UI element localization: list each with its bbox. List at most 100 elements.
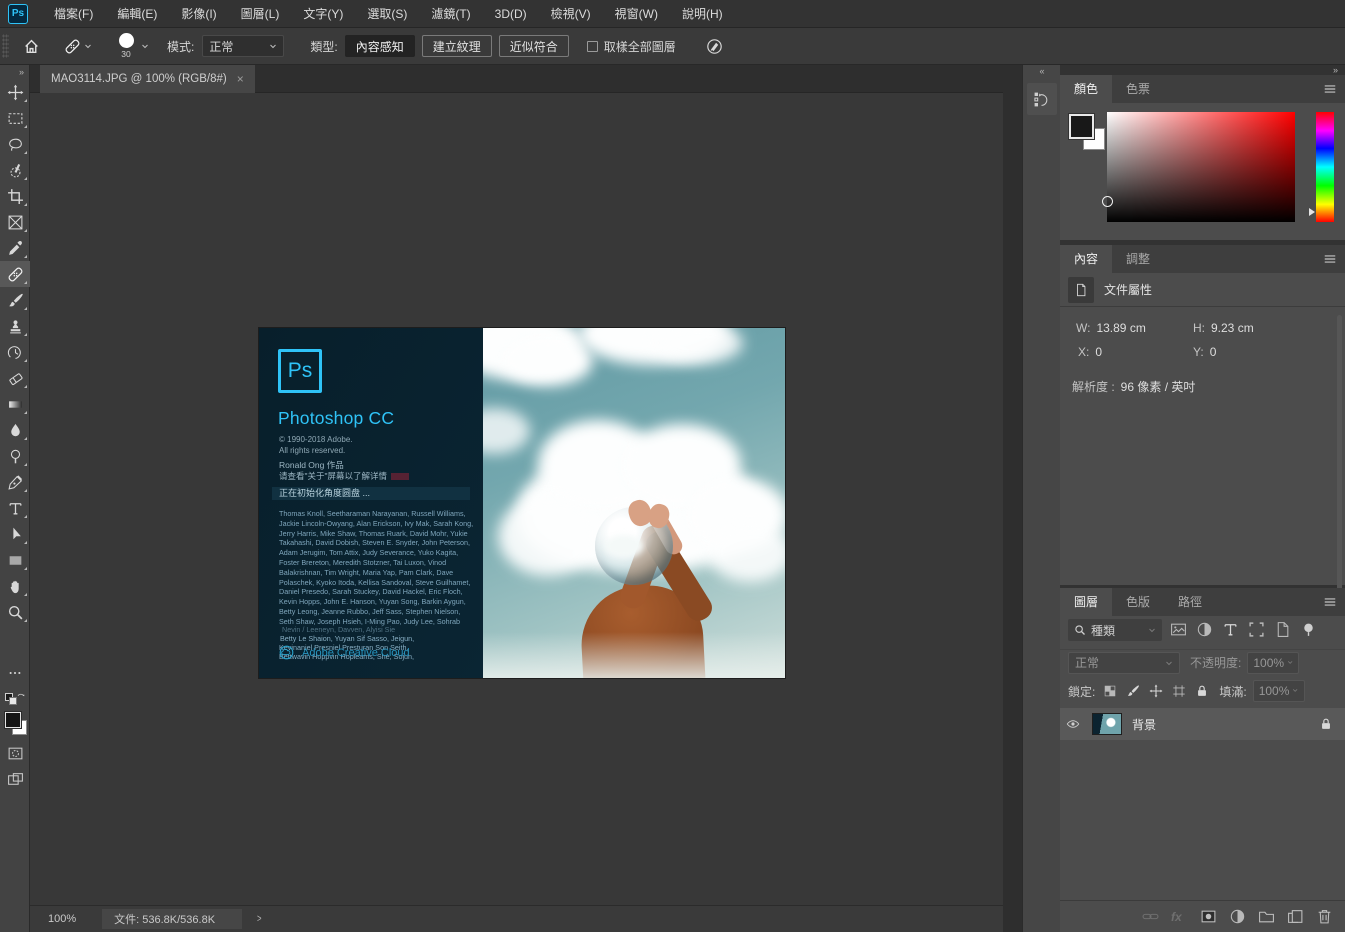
status-chevron-icon[interactable]: >: [257, 913, 262, 925]
menu-item-10[interactable]: 視窗(W): [603, 0, 670, 28]
home-icon[interactable]: [23, 38, 40, 55]
document-tab[interactable]: MAO3114.JPG @ 100% (RGB/8#) ×: [40, 65, 255, 93]
filter-toggle-icon[interactable]: [1300, 621, 1317, 638]
menu-item-2[interactable]: 編輯(E): [105, 0, 169, 28]
marquee-tool[interactable]: [0, 105, 30, 131]
eraser-tool[interactable]: [0, 365, 30, 391]
lock-artboard-icon[interactable]: [1172, 684, 1186, 698]
hue-slider[interactable]: [1316, 112, 1334, 222]
menu-item-1[interactable]: 檔案(F): [42, 0, 105, 28]
new-layer-icon[interactable]: [1287, 908, 1304, 925]
zoom-tool[interactable]: [0, 599, 30, 625]
properties-tab[interactable]: 調整: [1112, 245, 1164, 273]
brush-tool[interactable]: [0, 287, 30, 313]
layer-visibility-toggle[interactable]: [1060, 717, 1086, 731]
adjustment-layer-filter-icon[interactable]: [1196, 621, 1213, 638]
lock-pixels-icon[interactable]: [1126, 684, 1140, 698]
panel-menu-icon[interactable]: [1323, 252, 1337, 266]
type-layer-filter-icon[interactable]: [1222, 621, 1239, 638]
canvas-area[interactable]: Ps Photoshop CC © 1990-2018 Adobe. All r…: [30, 93, 1003, 905]
menu-item-6[interactable]: 選取(S): [355, 0, 419, 28]
menu-item-4[interactable]: 圖層(L): [229, 0, 292, 28]
menu-item-7[interactable]: 濾鏡(T): [419, 0, 482, 28]
scrollbar[interactable]: [1337, 315, 1342, 605]
type-button[interactable]: 建立紋理: [422, 35, 492, 57]
layers-tab[interactable]: 路徑: [1164, 588, 1216, 616]
layer-thumbnail[interactable]: [1092, 713, 1122, 735]
hand-tool[interactable]: [0, 573, 30, 599]
panel-menu-icon[interactable]: [1323, 82, 1337, 96]
opacity-field[interactable]: 100%: [1247, 652, 1299, 674]
layer-style-icon[interactable]: fx: [1171, 908, 1188, 925]
menu-item-5[interactable]: 文字(Y): [291, 0, 355, 28]
menu-item-11[interactable]: 說明(H): [670, 0, 735, 28]
screen-mode-button[interactable]: [0, 766, 30, 792]
panel-menu-icon[interactable]: [1323, 595, 1337, 609]
lock-all-icon[interactable]: [1195, 684, 1209, 698]
add-layer-mask-icon[interactable]: [1200, 908, 1217, 925]
path-selection-tool[interactable]: [0, 521, 30, 547]
pen-tool[interactable]: [0, 469, 30, 495]
layers-tab[interactable]: 圖層: [1060, 588, 1112, 616]
hue-slider-handle[interactable]: [1309, 208, 1315, 216]
blend-mode-select[interactable]: 正常: [1068, 652, 1180, 674]
crop-tool[interactable]: [0, 183, 30, 209]
swap-colors-icon[interactable]: [16, 691, 27, 702]
quick-mask-button[interactable]: [0, 740, 30, 766]
link-layers-icon[interactable]: [1142, 908, 1159, 925]
expand-panels-button[interactable]: «: [1023, 65, 1060, 78]
properties-tab[interactable]: 內容: [1060, 245, 1112, 273]
foreground-color-swatch[interactable]: [5, 712, 21, 728]
lock-transparency-icon[interactable]: [1103, 684, 1117, 698]
lasso-tool[interactable]: [0, 131, 30, 157]
clone-stamp-tool[interactable]: [0, 313, 30, 339]
drag-grip[interactable]: [2, 34, 9, 58]
close-icon[interactable]: ×: [237, 72, 244, 86]
type-button[interactable]: 近似符合: [499, 35, 569, 57]
zoom-level[interactable]: 100%: [48, 913, 76, 925]
gradient-tool[interactable]: [0, 391, 30, 417]
default-swap-colors[interactable]: [0, 690, 30, 708]
fill-field[interactable]: 100%: [1253, 680, 1305, 702]
color-tab[interactable]: 色票: [1112, 75, 1164, 103]
foreground-color-swatch[interactable]: [1069, 114, 1094, 139]
color-tab[interactable]: 顏色: [1060, 75, 1112, 103]
menu-item-9[interactable]: 檢視(V): [539, 0, 603, 28]
layer-row-background[interactable]: 背景: [1060, 708, 1345, 740]
frame-tool[interactable]: [0, 209, 30, 235]
file-info-field[interactable]: 文件: 536.8K/536.8K: [102, 909, 242, 929]
smart-object-filter-icon[interactable]: [1274, 621, 1291, 638]
type-tool[interactable]: [0, 495, 30, 521]
history-panel-button[interactable]: [1027, 83, 1057, 115]
quick-selection-tool[interactable]: [0, 157, 30, 183]
sample-all-layers-checkbox[interactable]: [587, 41, 598, 52]
eyedropper-tool[interactable]: [0, 235, 30, 261]
spot-healing-brush-tool[interactable]: [0, 261, 30, 287]
new-adjustment-layer-icon[interactable]: [1229, 908, 1246, 925]
shape-layer-filter-icon[interactable]: [1248, 621, 1265, 638]
x-field: X:0: [1078, 345, 1102, 359]
dodge-tool[interactable]: [0, 443, 30, 469]
blur-tool[interactable]: [0, 417, 30, 443]
type-button[interactable]: 內容感知: [345, 35, 415, 57]
filter-kind-select[interactable]: 種類: [1068, 619, 1162, 641]
color-picker-handle[interactable]: [1102, 196, 1113, 207]
menu-item-3[interactable]: 影像(I): [169, 0, 228, 28]
edit-toolbar-button[interactable]: [0, 660, 30, 686]
delete-layer-icon[interactable]: [1316, 908, 1333, 925]
collapse-panels-button[interactable]: »: [1333, 65, 1337, 75]
pixel-layer-filter-icon[interactable]: [1170, 621, 1187, 638]
pen-pressure-icon[interactable]: [706, 38, 723, 55]
new-group-icon[interactable]: [1258, 908, 1275, 925]
tool-preset-button[interactable]: [64, 38, 92, 55]
menu-item-8[interactable]: 3D(D): [483, 0, 539, 28]
mode-select[interactable]: 正常: [202, 35, 284, 57]
lock-position-icon[interactable]: [1149, 684, 1163, 698]
shape-tool[interactable]: [0, 547, 30, 573]
brush-settings-button[interactable]: 30: [92, 33, 149, 59]
layers-tab[interactable]: 色版: [1112, 588, 1164, 616]
color-field[interactable]: [1107, 112, 1295, 222]
move-tool[interactable]: [0, 79, 30, 105]
history-brush-tool[interactable]: [0, 339, 30, 365]
toolbar-collapse-button[interactable]: »: [0, 65, 29, 79]
